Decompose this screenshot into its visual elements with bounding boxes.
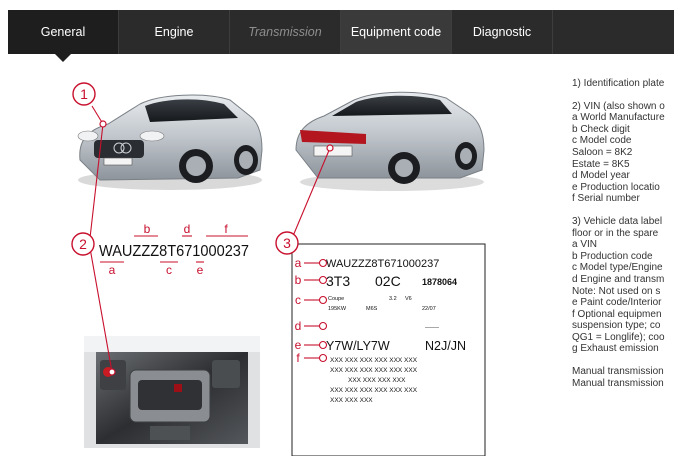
- tab-general-label: General: [40, 25, 86, 39]
- tab-engine[interactable]: Engine: [119, 10, 229, 54]
- description-line: Saloon = 8K2: [572, 146, 633, 158]
- svg-text:a: a: [109, 263, 116, 277]
- description-line: e Paint code/Interior: [572, 297, 662, 309]
- tab-engine-label: Engine: [154, 25, 194, 39]
- tab-separator: [552, 10, 553, 54]
- svg-text:XXX XXX XXX XXX XXX XXX: XXX XXX XXX XXX XXX XXX: [330, 357, 418, 364]
- description-line: Estate = 8K5: [572, 158, 630, 170]
- tab-bar: General Engine Transmission Equipment co…: [0, 0, 674, 64]
- svg-text:WAUZZZ8T671000237: WAUZZZ8T671000237: [326, 258, 439, 270]
- description-line: a World Manufacture: [572, 112, 665, 124]
- svg-text:e: e: [197, 263, 204, 277]
- svg-text:XXX XXX XXX: XXX XXX XXX: [330, 397, 373, 404]
- tab-diagnostic[interactable]: Diagnostic: [452, 10, 552, 54]
- description-line: c Model type/Engine: [572, 262, 663, 274]
- svg-text:2: 2: [79, 236, 87, 252]
- description-line: 2) VIN (also shown o: [572, 100, 665, 112]
- svg-text:a: a: [295, 256, 302, 270]
- svg-text:3.2: 3.2: [389, 296, 397, 302]
- active-tab-indicator: [55, 54, 71, 62]
- description-line: g Exhaust emission: [572, 343, 659, 355]
- svg-text:1: 1: [80, 86, 88, 102]
- svg-text:c: c: [295, 293, 301, 307]
- svg-text:f: f: [224, 222, 228, 236]
- description-line: suspension type; co: [572, 320, 661, 332]
- vin-number: WAUZZZ8T671000237: [99, 243, 249, 260]
- svg-text:02C: 02C: [375, 273, 401, 289]
- description-line: f Optional equipmen: [572, 308, 662, 320]
- description-line: Manual transmission: [572, 377, 664, 389]
- description-line: Note: Not used on s: [572, 285, 661, 297]
- svg-text:M6S: M6S: [366, 306, 378, 312]
- description-line: c Model code: [572, 135, 632, 147]
- svg-text:Y7W/LY7W: Y7W/LY7W: [326, 339, 390, 353]
- svg-text:c: c: [166, 263, 172, 277]
- engine-bay-photo: [84, 336, 260, 448]
- tab-transmission-label: Transmission: [248, 25, 322, 39]
- description-line: f Serial number: [572, 193, 640, 205]
- svg-text:3T3: 3T3: [326, 273, 350, 289]
- description-line: 3) Vehicle data label: [572, 215, 663, 227]
- svg-text:V6: V6: [405, 296, 412, 302]
- description-line: a VIN: [572, 239, 598, 251]
- tab-general[interactable]: General: [8, 10, 118, 62]
- svg-text:XXX XXX XXX XXX: XXX XXX XXX XXX: [348, 377, 406, 384]
- svg-text:d: d: [295, 319, 302, 333]
- description-line: b Check digit: [572, 123, 630, 135]
- svg-text:e: e: [295, 338, 302, 352]
- description-line: QG1 = Longlife); coo: [572, 331, 665, 343]
- description-line: floor or in the spare: [572, 227, 659, 239]
- rear-car-photo: [295, 91, 485, 191]
- svg-text:d: d: [184, 222, 191, 236]
- description-line: d Model year: [572, 170, 630, 182]
- svg-text:b: b: [144, 222, 151, 236]
- tab-equipment-code-label: Equipment code: [350, 25, 442, 39]
- description-line: 1) Identification plate: [572, 78, 665, 89]
- svg-text:22/07: 22/07: [422, 306, 436, 312]
- description-line: b Production code: [572, 250, 653, 262]
- tab-diagnostic-label: Diagnostic: [472, 25, 532, 39]
- svg-text:3: 3: [283, 235, 291, 251]
- description-line: Manual transmission: [572, 366, 664, 378]
- svg-text:-------: -------: [425, 325, 439, 331]
- description-line: d Engine and transm: [572, 273, 665, 285]
- front-car-photo: [77, 94, 263, 190]
- svg-text:b: b: [295, 273, 302, 287]
- tab-transmission[interactable]: Transmission: [230, 10, 340, 54]
- svg-text:XXX XXX XXX XXX XXX XXX: XXX XXX XXX XXX XXX XXX: [330, 387, 418, 394]
- svg-text:XXX XXX XXX XXX XXX XXX: XXX XXX XXX XXX XXX XXX: [330, 367, 418, 374]
- vin-breakdown: b d f WAUZZZ8T671000237 a c e: [99, 222, 249, 277]
- svg-text:Coupe: Coupe: [328, 296, 344, 302]
- tab-strip: General Engine Transmission Equipment co…: [8, 10, 674, 62]
- description-panel: 1) Identification plate 2) VIN (also show…: [572, 78, 674, 456]
- svg-text:195KW: 195KW: [328, 306, 347, 312]
- description-line: e Production locatio: [572, 181, 660, 193]
- vehicle-identification-figure: 1 2 3 b d f WAUZZZ8T671000237 a c e a b …: [71, 82, 486, 456]
- svg-text:N2J/JN: N2J/JN: [425, 339, 466, 353]
- svg-text:1878064: 1878064: [422, 277, 457, 287]
- tab-equipment-code[interactable]: Equipment code: [341, 10, 451, 54]
